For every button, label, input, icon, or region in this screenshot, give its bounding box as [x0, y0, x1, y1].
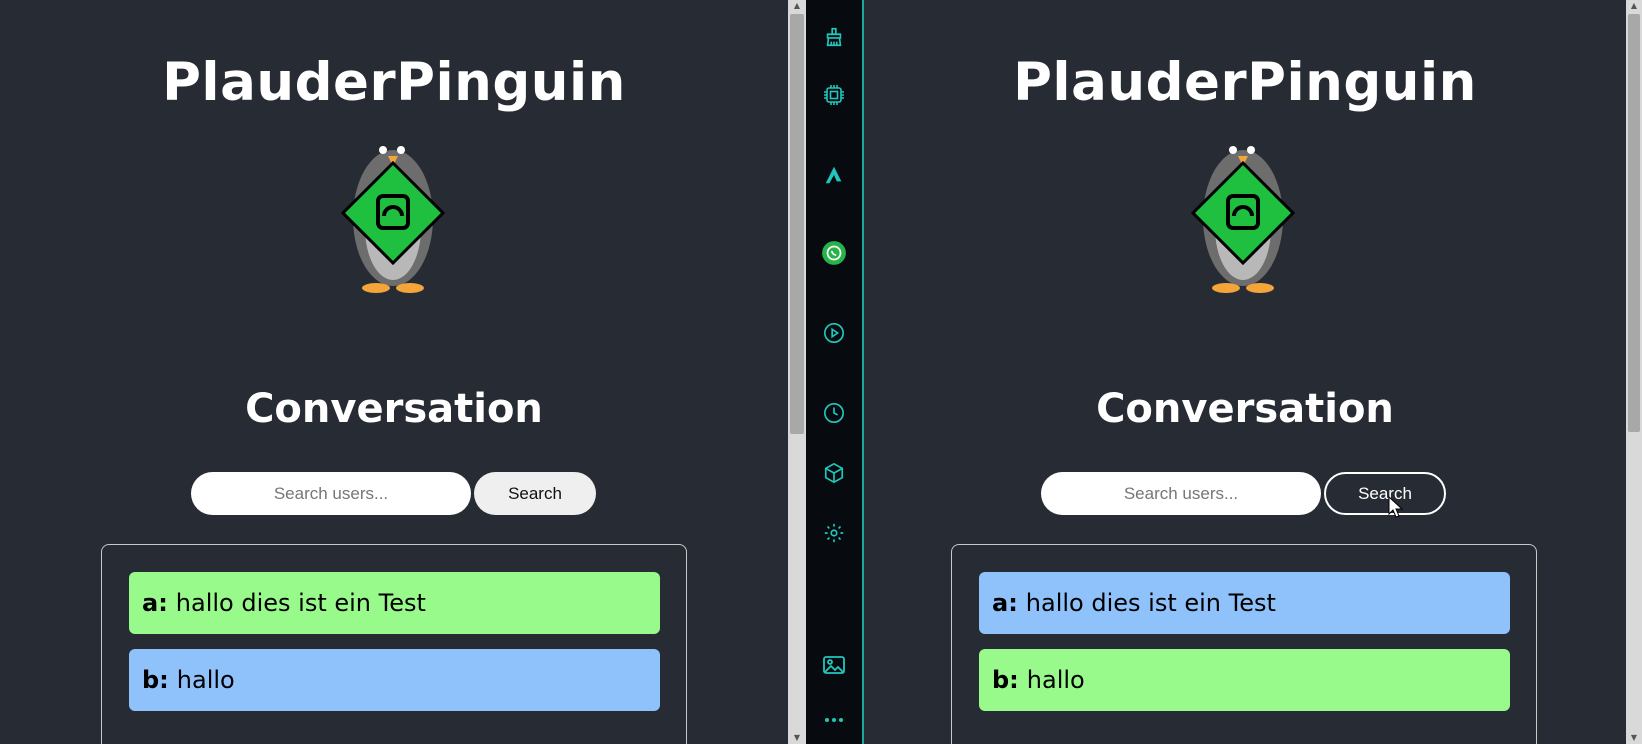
- image-icon[interactable]: [819, 650, 849, 680]
- message-row: a: hallo dies ist ein Test: [129, 572, 660, 634]
- clock-icon[interactable]: [819, 398, 849, 428]
- scroll-thumb[interactable]: [1628, 14, 1640, 432]
- search-users-input[interactable]: [1041, 472, 1321, 515]
- right-scrollbar[interactable]: ▲ ▼: [1626, 0, 1642, 744]
- message-sender: b:: [142, 666, 169, 694]
- app-sidebar: [806, 0, 864, 744]
- penguin-mascot-logo: [340, 146, 446, 293]
- search-button[interactable]: Search: [1324, 472, 1446, 515]
- app-title: PlauderPinguin: [1013, 52, 1477, 113]
- message-text: hallo: [176, 666, 235, 694]
- scroll-down-arrow-icon[interactable]: ▼: [788, 732, 806, 744]
- gear-icon[interactable]: [819, 518, 849, 548]
- scroll-up-arrow-icon[interactable]: ▲: [788, 0, 806, 12]
- message-text: hallo dies ist ein Test: [1025, 589, 1276, 617]
- message-sender: a:: [142, 589, 168, 617]
- scroll-up-arrow-icon[interactable]: ▲: [1626, 0, 1642, 12]
- conversation-box: a: hallo dies ist ein Test b: hallo: [101, 544, 687, 744]
- penguin-mascot-logo: [1190, 146, 1296, 293]
- message-row: b: hallo: [979, 649, 1510, 711]
- scroll-down-arrow-icon[interactable]: ▼: [1626, 732, 1642, 744]
- broom-icon[interactable]: [819, 22, 849, 52]
- left-scrollbar[interactable]: ▲ ▼: [788, 0, 806, 744]
- search-users-input[interactable]: [191, 472, 471, 515]
- conversation-heading: Conversation: [245, 386, 543, 432]
- message-row: b: hallo: [129, 649, 660, 711]
- message-text: hallo: [1026, 666, 1085, 694]
- message-text: hallo dies ist ein Test: [175, 589, 426, 617]
- message-row: a: hallo dies ist ein Test: [979, 572, 1510, 634]
- message-sender: b:: [992, 666, 1019, 694]
- cube-icon[interactable]: [819, 458, 849, 488]
- search-button[interactable]: Search: [474, 472, 596, 515]
- app-title: PlauderPinguin: [162, 52, 626, 113]
- conversation-heading: Conversation: [1096, 386, 1394, 432]
- message-sender: a:: [992, 589, 1018, 617]
- conversation-box: a: hallo dies ist ein Test b: hallo: [951, 544, 1537, 744]
- chip-icon[interactable]: [819, 80, 849, 110]
- scroll-thumb[interactable]: [790, 14, 804, 434]
- play-circle-icon[interactable]: [819, 318, 849, 348]
- whatsapp-icon[interactable]: [819, 238, 849, 268]
- left-pane: PlauderPinguin Conversation Search a: ha…: [0, 0, 788, 744]
- more-icon[interactable]: [819, 705, 849, 735]
- brand-logo-icon[interactable]: [819, 160, 849, 190]
- mouse-cursor-icon: [1388, 496, 1404, 518]
- right-pane: PlauderPinguin Conversation Search a: ha…: [864, 0, 1626, 744]
